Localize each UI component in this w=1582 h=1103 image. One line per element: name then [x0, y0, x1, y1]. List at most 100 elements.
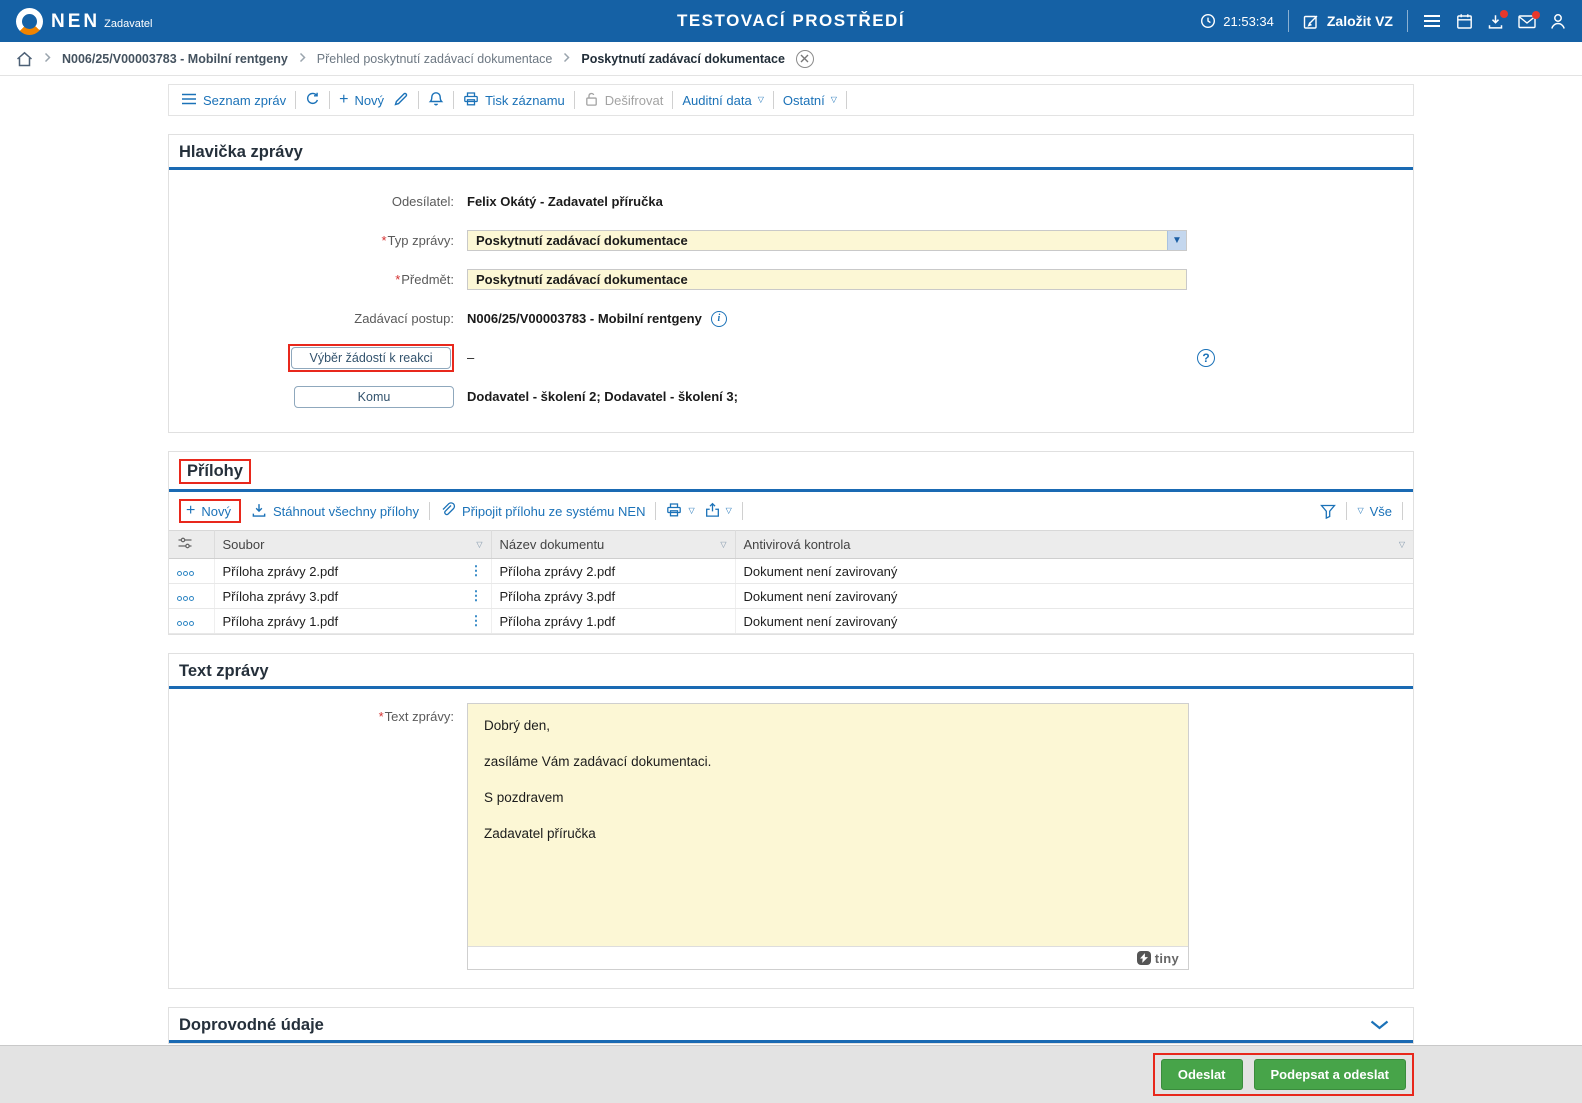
filter-funnel-icon[interactable]: [1320, 504, 1337, 519]
calendar-icon[interactable]: [1456, 13, 1473, 30]
message-list-button[interactable]: Seznam zpráv: [181, 92, 286, 109]
home-icon[interactable]: [16, 51, 33, 67]
attachments-toolbar: + Nový Stáhnout všechny přílohy Připojit…: [169, 492, 1413, 530]
column-header-antivirus[interactable]: Antivirová kontrola ▽: [735, 530, 1413, 559]
section-additional-data: Doprovodné údaje: [168, 1007, 1414, 1044]
message-type-select[interactable]: Poskytnutí zadávací dokumentace ▼: [467, 230, 1187, 251]
breadcrumb-item-procedure[interactable]: N006/25/V00003783 - Mobilní rentgeny: [62, 52, 288, 66]
more-icon[interactable]: ⋮: [470, 588, 483, 604]
audit-data-label: Auditní data: [682, 92, 752, 108]
message-type-label: *Typ zprávy:: [381, 233, 454, 248]
chevron-down-icon[interactable]: ▼: [1167, 231, 1186, 250]
filter-icon[interactable]: ▽: [720, 540, 726, 549]
user-icon[interactable]: [1550, 13, 1566, 30]
toolbar-separator: [672, 91, 674, 109]
audit-data-button[interactable]: Auditní data ▽: [682, 93, 764, 108]
send-button[interactable]: Odeslat: [1160, 1059, 1243, 1090]
server-time: 21:53:34: [1200, 13, 1274, 29]
select-requests-button[interactable]: Výběr žádostí k reakci: [291, 346, 451, 369]
print-record-button[interactable]: Tisk záznamu: [463, 91, 565, 110]
downloads-icon[interactable]: [1487, 9, 1508, 30]
editor-paragraph: S pozdravem: [484, 790, 564, 805]
download-icon: [251, 502, 267, 521]
editor-content[interactable]: Dobrý den, zasíláme Vám zadávací dokumen…: [468, 704, 1188, 946]
download-all-button[interactable]: Stáhnout všechny přílohy: [251, 502, 419, 521]
new-message-button[interactable]: + Nový: [339, 92, 384, 108]
file-name: Příloha zprávy 2.pdf: [222, 563, 339, 579]
column-header-file[interactable]: Soubor ▽: [214, 530, 492, 559]
plus-icon: +: [339, 91, 349, 108]
table-row[interactable]: Příloha zprávy 1.pdf ⋮ Příloha zprávy 1.p…: [169, 608, 1413, 634]
close-icon[interactable]: [795, 49, 814, 68]
sign-and-send-button[interactable]: Podepsat a odeslat: [1253, 1059, 1406, 1090]
notification-badge: [1500, 9, 1508, 18]
recipients-button[interactable]: Komu: [294, 385, 454, 408]
dropdown-triangle-icon: ▽: [830, 95, 837, 104]
subject-input[interactable]: Poskytnutí zadávací dokumentace: [467, 269, 1187, 290]
column-settings-icon[interactable]: [177, 536, 193, 550]
row-menu-icon[interactable]: [177, 570, 194, 576]
printer-icon: [666, 502, 682, 521]
message-text-editor[interactable]: Dobrý den, zasíláme Vám zadávací dokumen…: [467, 703, 1189, 970]
header-separator: [1287, 10, 1289, 32]
tiny-logo-text: tiny: [1154, 950, 1179, 966]
time-value: 21:53:34: [1223, 13, 1274, 29]
new-attachment-button[interactable]: + Nový: [186, 503, 231, 519]
pencil-icon: [393, 91, 409, 110]
mail-icon[interactable]: [1518, 10, 1540, 29]
print-attachments-button[interactable]: ▽: [666, 502, 695, 521]
filter-all-button[interactable]: ▽ Vše: [1357, 504, 1392, 519]
notification-bell-button[interactable]: [428, 91, 444, 110]
form-row-requests: Výběr žádostí k reakci – ?: [169, 338, 1413, 377]
chevron-right-icon: [44, 52, 51, 66]
message-list-label: Seznam zpráv: [203, 92, 287, 108]
brand-subtitle: Zadavatel: [104, 17, 153, 30]
create-vz-button[interactable]: Založit VZ: [1303, 13, 1393, 30]
form-row-procedure: Zadávací postup: N006/25/V00003783 - Mob…: [169, 299, 1413, 338]
section-message-text: Text zprávy *Text zprávy: Dobrý den, zas…: [168, 653, 1414, 989]
edit-button[interactable]: [393, 91, 409, 110]
column-header-docname[interactable]: Název dokumentu ▽: [491, 530, 736, 559]
doc-name: Příloha zprávy 2.pdf: [491, 558, 736, 584]
requests-button-cell: Výběr žádostí k reakci: [169, 343, 467, 372]
row-menu-icon[interactable]: [177, 620, 194, 626]
attach-from-nen-button[interactable]: Připojit přílohu ze systému NEN: [440, 501, 646, 521]
chevron-right-icon: [299, 52, 306, 66]
requests-value: –: [467, 350, 475, 365]
row-menu-icon[interactable]: [177, 595, 194, 601]
bell-icon: [428, 91, 444, 110]
procedure-value: N006/25/V00003783 - Mobilní rentgeny: [467, 311, 702, 326]
doc-name: Příloha zprávy 1.pdf: [491, 608, 736, 634]
table-row[interactable]: Příloha zprávy 2.pdf ⋮ Příloha zprávy 2.p…: [169, 558, 1413, 584]
lock-open-icon: [584, 91, 599, 110]
menu-icon[interactable]: [1422, 13, 1442, 29]
nen-logo[interactable]: NEN Zadavatel: [16, 7, 153, 35]
attachments-table: Soubor ▽ Název dokumentu ▽ Antivirová kont…: [169, 530, 1413, 634]
antivirus-status: Dokument není zavirovaný: [735, 558, 1413, 584]
filter-icon[interactable]: ▽: [1399, 540, 1405, 549]
antivirus-status: Dokument není zavirovaný: [735, 608, 1413, 634]
required-mark: *: [378, 709, 384, 724]
table-row[interactable]: Příloha zprávy 3.pdf ⋮ Příloha zprávy 3.p…: [169, 583, 1413, 609]
more-icon[interactable]: ⋮: [470, 563, 483, 579]
environment-title: TESTOVACÍ PROSTŘEDÍ: [676, 11, 906, 30]
form-row-subject: *Předmět: Poskytnutí zadávací dokumentac…: [169, 260, 1413, 299]
export-button[interactable]: ▽: [705, 502, 732, 521]
breadcrumb-item-overview[interactable]: Přehled poskytnutí zadávací dokumentace: [317, 52, 553, 66]
printer-icon: [463, 91, 479, 110]
other-actions-button[interactable]: Ostatní ▽: [783, 93, 837, 108]
filter-icon[interactable]: ▽: [476, 540, 482, 549]
record-toolbar: Seznam zpráv + Nový Tisk záznamu Dešifro…: [168, 84, 1414, 116]
refresh-button[interactable]: [305, 91, 320, 109]
more-icon[interactable]: ⋮: [470, 613, 483, 629]
dropdown-triangle-icon: ▽: [757, 95, 764, 104]
help-icon[interactable]: ?: [1197, 348, 1215, 367]
dropdown-triangle-icon: ▽: [1357, 506, 1364, 515]
other-actions-label: Ostatní: [782, 92, 825, 108]
toolbar-separator: [329, 91, 331, 109]
attach-from-nen-label: Připojit přílohu ze systému NEN: [461, 503, 646, 519]
info-icon[interactable]: i: [710, 310, 727, 327]
toolbar-separator: [845, 91, 847, 109]
annotation-box-new-attachment: + Nový: [179, 499, 241, 523]
collapse-chevron-icon[interactable]: [1370, 1020, 1389, 1030]
